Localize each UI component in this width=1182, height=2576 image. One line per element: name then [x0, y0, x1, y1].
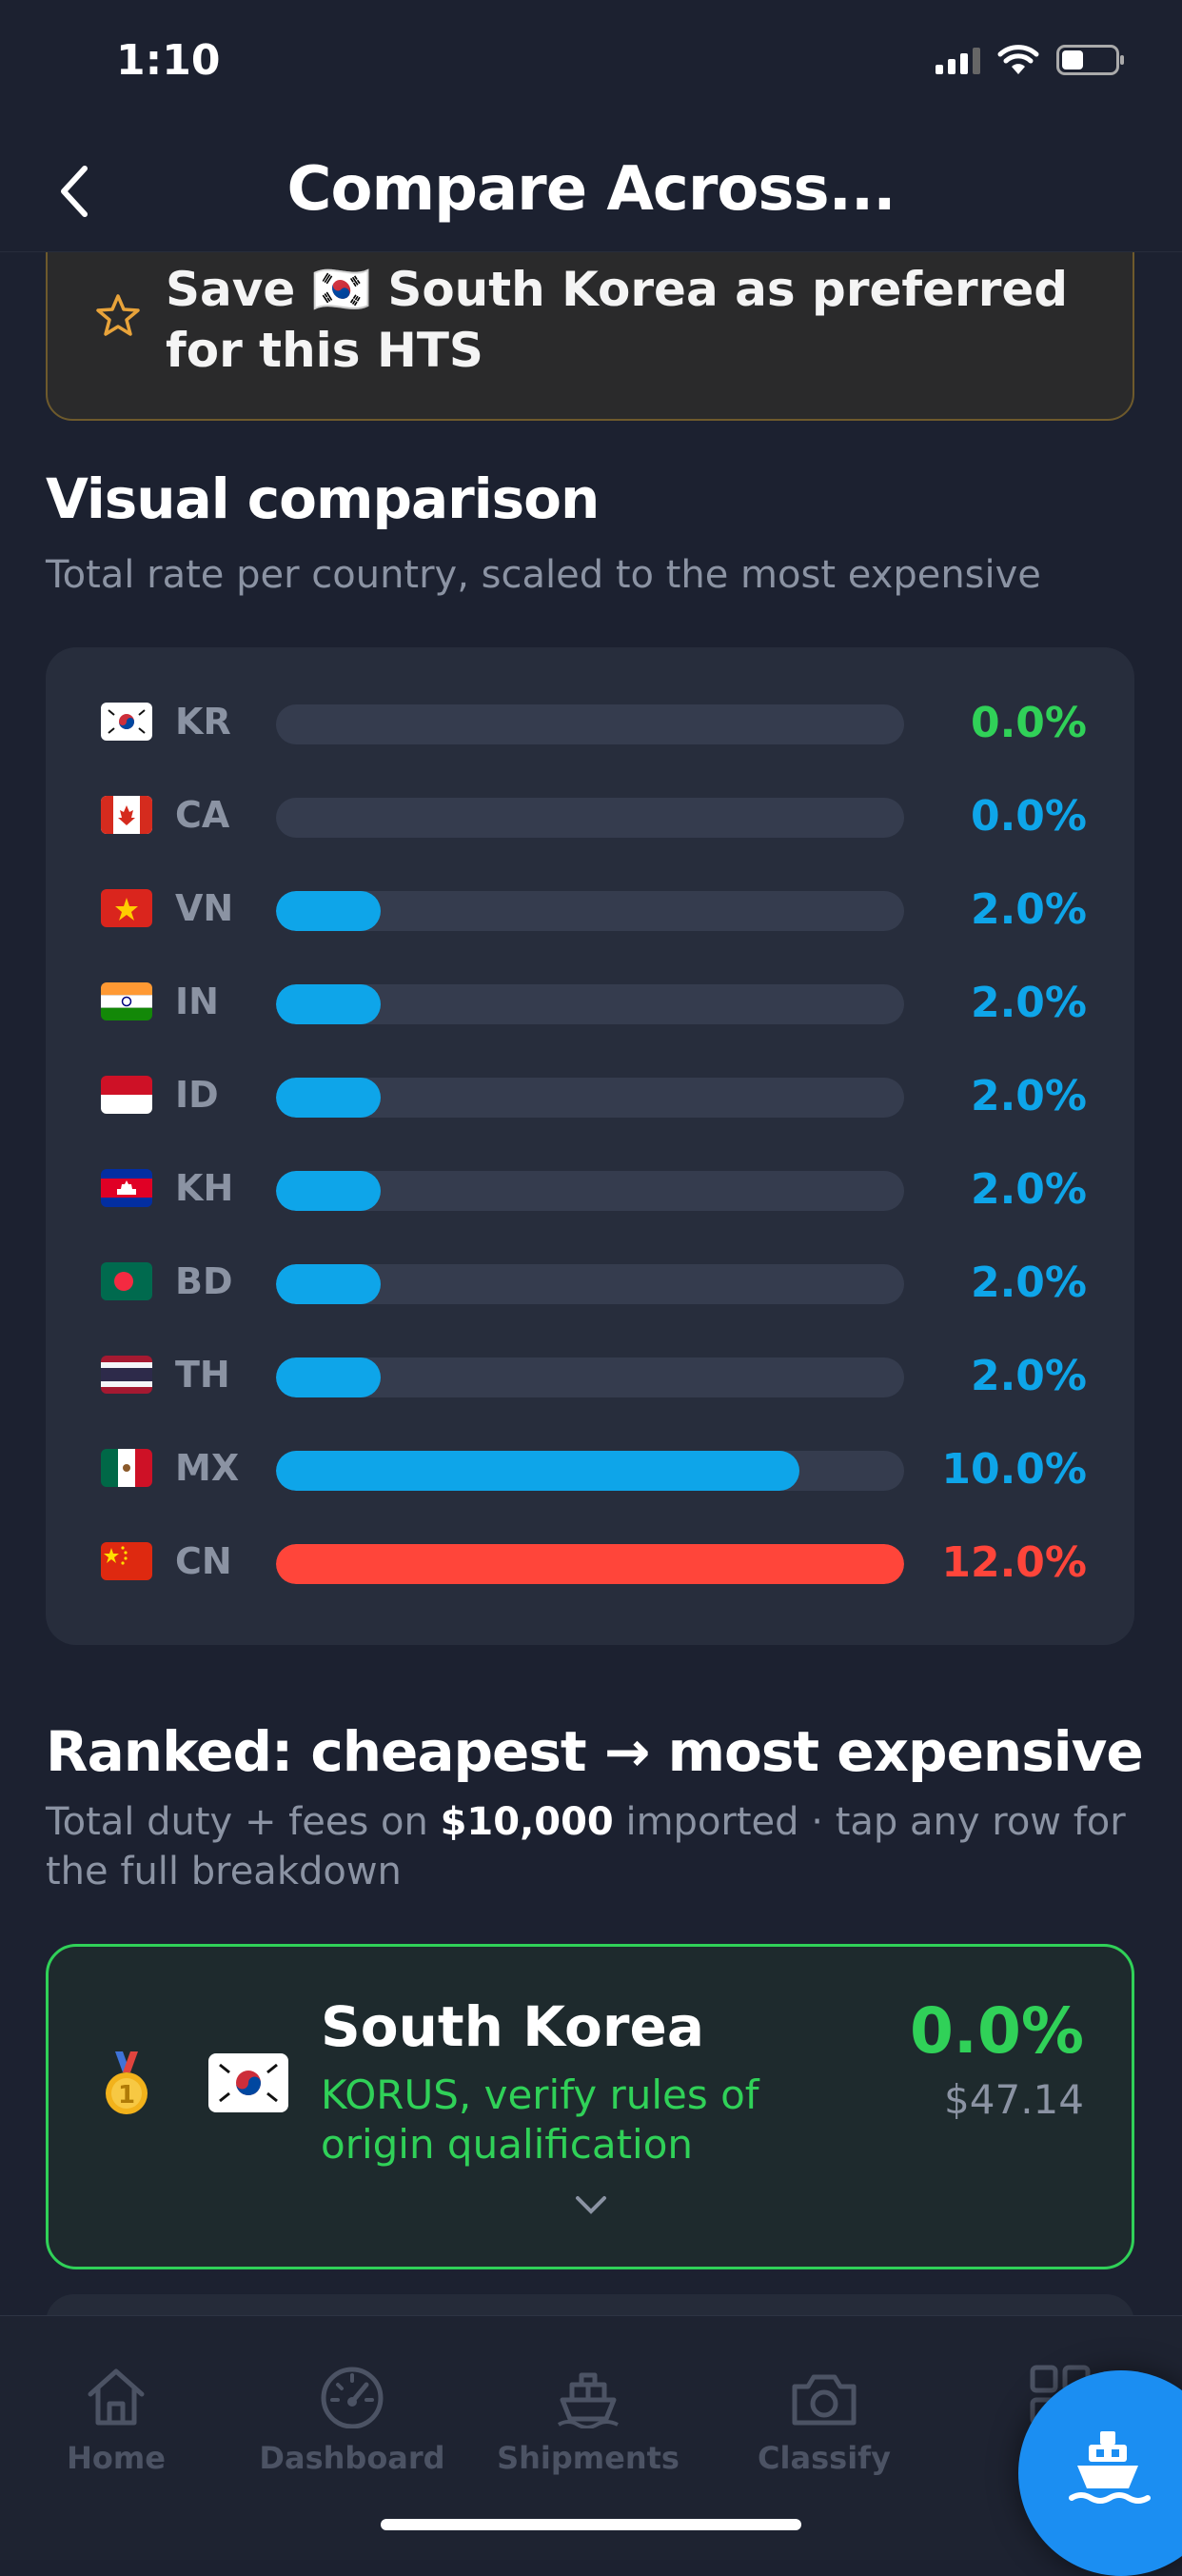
- ship-icon: [557, 2372, 619, 2428]
- mexico-flag-icon: [101, 1449, 152, 1487]
- rate-value-label: 2.0%: [970, 885, 1087, 934]
- country-name: South Korea: [321, 1994, 704, 2059]
- battery-icon: [1056, 45, 1124, 75]
- rate-value-label: 10.0%: [941, 1445, 1087, 1494]
- bar-row-th: TH 2.0%: [46, 1350, 1134, 1407]
- south-korea-flag-icon: [101, 703, 152, 741]
- country-code-label: VN: [175, 887, 234, 929]
- bar-track: [276, 1544, 904, 1584]
- rate-value-label: 2.0%: [970, 979, 1087, 1027]
- bar-row-bd: BD 2.0%: [46, 1257, 1134, 1314]
- visual-comparison-title: Visual comparison: [46, 466, 600, 531]
- wifi-icon: [997, 45, 1039, 74]
- canada-flag-icon: [101, 796, 152, 834]
- total-rate: 0.0%: [909, 1994, 1084, 2068]
- country-code-label: CN: [175, 1540, 232, 1582]
- bar-track: [276, 1171, 904, 1211]
- bar-track: [276, 1078, 904, 1118]
- country-code-label: BD: [175, 1260, 233, 1302]
- cambodia-flag-icon: [101, 1169, 152, 1207]
- bar-row-in: IN 2.0%: [46, 977, 1134, 1034]
- bar-track: [276, 1264, 904, 1304]
- indonesia-flag-icon: [101, 1076, 152, 1114]
- rate-value-label: 0.0%: [970, 699, 1087, 747]
- bar-fill: [276, 1078, 381, 1118]
- bar-fill: [276, 1357, 381, 1397]
- country-code-label: KH: [175, 1167, 234, 1209]
- bar-fill: [276, 1171, 381, 1211]
- tab-home[interactable]: Home: [11, 2352, 221, 2476]
- thailand-flag-icon: [101, 1356, 152, 1394]
- signal-icon: [936, 46, 980, 74]
- status-time: 1:10: [116, 36, 221, 85]
- bar-track: [276, 798, 904, 838]
- country-code-label: MX: [175, 1447, 240, 1489]
- tab-label: Home: [67, 2440, 166, 2476]
- status-bar: 1:10: [0, 0, 1182, 133]
- country-code-label: KR: [175, 701, 231, 743]
- bangladesh-flag-icon: [101, 1262, 152, 1300]
- bar-row-vn: VN 2.0%: [46, 883, 1134, 941]
- camera-icon: [792, 2374, 857, 2426]
- country-code-label: CA: [175, 794, 230, 836]
- ship-icon: [1069, 2431, 1151, 2504]
- tab-shipments[interactable]: Shipments: [483, 2352, 693, 2476]
- nav-bar: Compare Across...: [0, 133, 1182, 252]
- vietnam-flag-icon: [101, 889, 152, 927]
- india-flag-icon: [101, 982, 152, 1020]
- country-code-label: ID: [175, 1074, 219, 1116]
- rate-value-label: 2.0%: [970, 1352, 1087, 1400]
- tab-label: Shipments: [497, 2440, 680, 2476]
- ranked-subtitle-amount: $10,000: [440, 1800, 614, 1844]
- tab-classify[interactable]: Classify: [719, 2352, 929, 2476]
- rate-value-label: 12.0%: [941, 1538, 1087, 1587]
- bar-track: [276, 1357, 904, 1397]
- country-code-label: TH: [175, 1354, 230, 1396]
- bar-track: [276, 984, 904, 1024]
- tab-label: Classify: [758, 2440, 891, 2476]
- country-code-label: IN: [175, 981, 219, 1022]
- bar-track: [276, 704, 904, 744]
- bar-row-cn: CN 12.0%: [46, 1536, 1134, 1594]
- rate-value-label: 0.0%: [970, 792, 1087, 841]
- gold-medal-icon: 1: [106, 2051, 148, 2114]
- bar-row-kr: KR 0.0%: [46, 697, 1134, 754]
- bar-row-ca: CA 0.0%: [46, 790, 1134, 847]
- bar-row-kh: KH 2.0%: [46, 1163, 1134, 1220]
- star-icon: [96, 294, 140, 336]
- save-preferred-label: Save 🇰🇷 South Korea as preferred for thi…: [166, 262, 1069, 378]
- rate-value-label: 2.0%: [970, 1165, 1087, 1214]
- bar-fill: [276, 891, 381, 931]
- house-icon: [88, 2368, 145, 2426]
- home-indicator: [381, 2519, 801, 2530]
- tab-label: Dashboard: [259, 2440, 445, 2476]
- south-korea-flag-icon: [208, 2053, 288, 2112]
- ranked-row-south-korea[interactable]: 1 South Korea KORUS, verify rules of ori…: [46, 1944, 1134, 2269]
- bar-row-id: ID 2.0%: [46, 1070, 1134, 1127]
- trade-agreement-note: KORUS, verify rules of origin qualificat…: [321, 2071, 759, 2168]
- tab-dashboard[interactable]: Dashboard: [247, 2352, 457, 2476]
- ranked-title: Ranked: cheapest → most expensive: [46, 1719, 1144, 1784]
- ranked-subtitle-prefix: Total duty + fees on: [46, 1800, 441, 1844]
- rate-value-label: 2.0%: [970, 1072, 1087, 1120]
- bar-fill: [276, 1264, 381, 1304]
- gauge-icon: [321, 2367, 384, 2428]
- total-amount: $47.14: [944, 2076, 1084, 2123]
- bar-fill: [276, 1451, 799, 1491]
- ranked-subtitle: Total duty + fees on $10,000 imported · …: [46, 1797, 1140, 1896]
- bar-row-mx: MX 10.0%: [46, 1443, 1134, 1500]
- bar-track: [276, 1451, 904, 1491]
- bar-track: [276, 891, 904, 931]
- visual-comparison-subtitle: Total rate per country, scaled to the mo…: [46, 553, 1041, 597]
- rate-bar-chart: KR 0.0% CA 0.0% VN 2.0% IN 2.0% ID 2.0% KH 2.0% BD 2.…: [46, 647, 1134, 1645]
- rate-value-label: 2.0%: [970, 1258, 1087, 1307]
- china-flag-icon: [101, 1542, 152, 1580]
- chevron-down-icon[interactable]: [574, 2194, 608, 2215]
- bar-fill: [276, 1544, 904, 1584]
- bar-fill: [276, 984, 381, 1024]
- svg-text:1: 1: [118, 2081, 135, 2110]
- page-title: Compare Across...: [286, 154, 896, 225]
- status-icons: [936, 44, 1124, 76]
